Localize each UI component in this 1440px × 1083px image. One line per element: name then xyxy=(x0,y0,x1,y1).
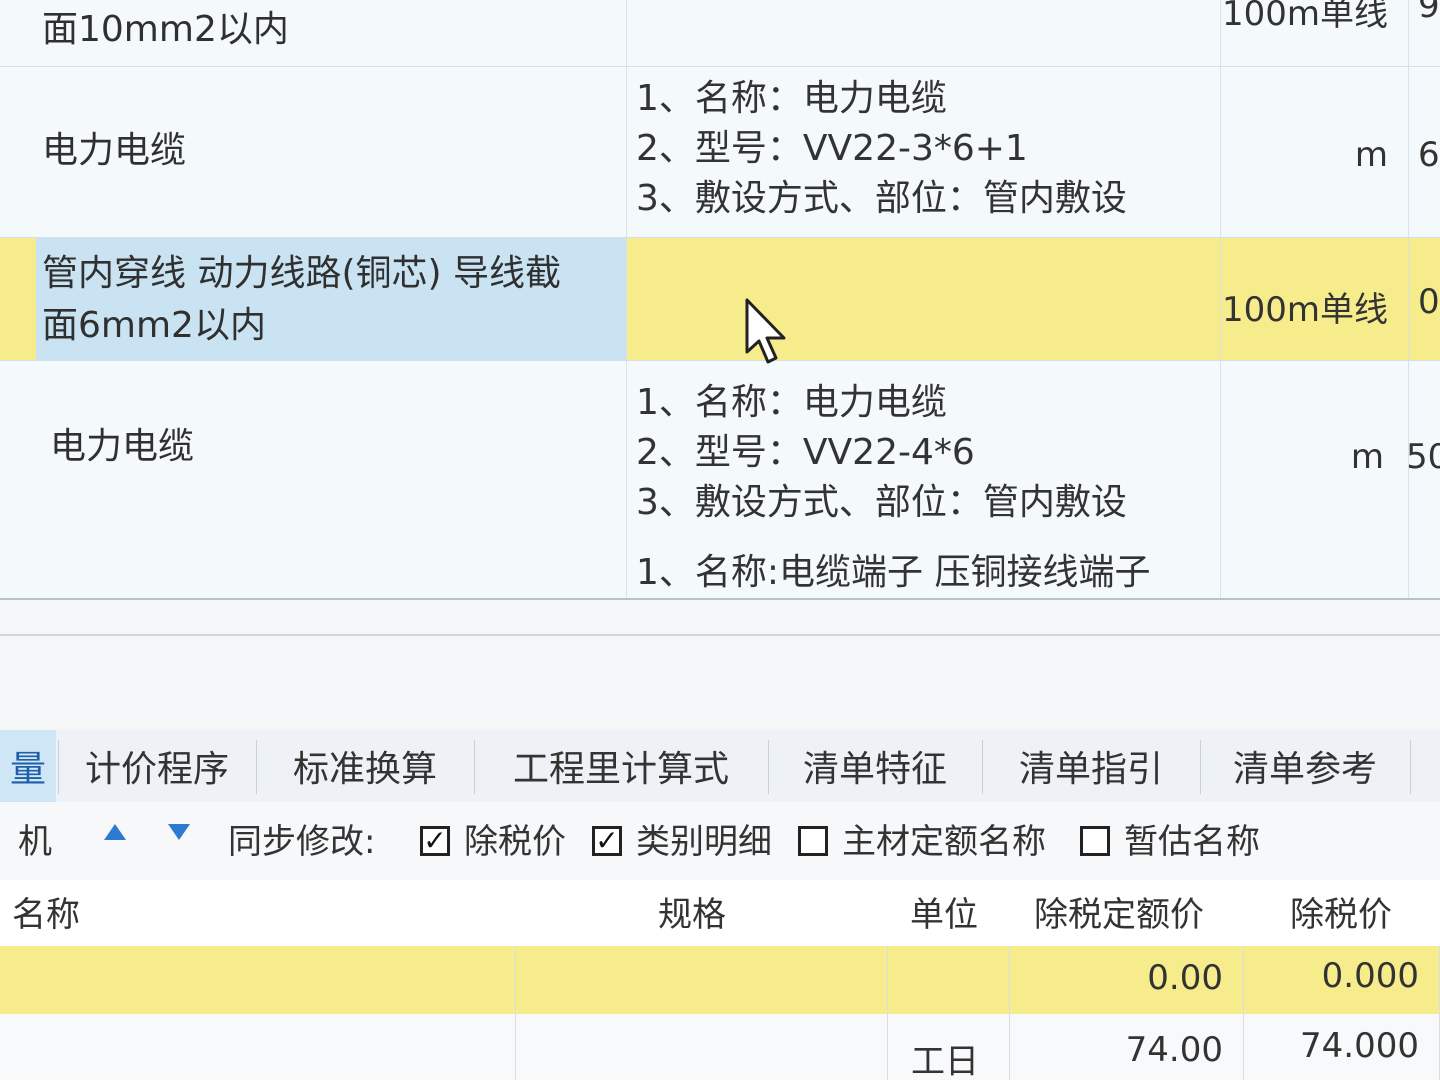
move-up-icon[interactable] xyxy=(104,824,126,840)
header-spec[interactable]: 规格 xyxy=(658,880,726,944)
row-unit: m xyxy=(1354,135,1388,175)
row-name: 面6mm2以内 xyxy=(42,305,266,346)
resource-table: 名称 规格 单位 除税定额价 除税价 0.00 0.000 工日 74.00 7… xyxy=(0,880,1440,1082)
checkbox-label: 暂估名称 xyxy=(1124,822,1260,862)
row-qty: 50 xyxy=(1406,437,1440,477)
price-value: 74.000 xyxy=(1300,1026,1419,1066)
row-unit: 100m单线 xyxy=(1221,0,1388,34)
tab-list-guide[interactable]: 清单指引 xyxy=(984,730,1198,802)
row-feature-cell[interactable]: 1、名称：电力电缆 2、型号：VV22-4*6 3、敷设方式、部位：管内敷设 xyxy=(626,361,1220,531)
tab-list-reference[interactable]: 清单参考 xyxy=(1202,730,1408,802)
header-price[interactable]: 除税价 xyxy=(1290,880,1392,944)
row-unit: m xyxy=(1350,437,1384,477)
row-name: 管内穿线 动力线路(铜芯) 导线截 xyxy=(42,253,561,294)
row-name: 电力电缆 xyxy=(42,130,187,171)
checkbox-excl-tax-price[interactable]: ✓ xyxy=(420,826,450,856)
checkbox-estimate-name[interactable] xyxy=(1080,826,1110,856)
machine-label[interactable]: 机 xyxy=(18,814,52,870)
row-qty: 0 xyxy=(1418,282,1440,322)
table-row[interactable]: 电力电缆 1、名称：电力电缆 2、型号：VV22-4*6 3、敷设方式、部位：管… xyxy=(0,361,1440,531)
header-unit[interactable]: 单位 xyxy=(910,880,978,944)
feature-line: 3、敷设方式、部位：管内敷设 xyxy=(636,178,1127,219)
table-row[interactable]: 面10mm2以内 100m单线 9 xyxy=(0,0,1440,66)
feature-line: 3、敷设方式、部位：管内敷设 xyxy=(636,482,1127,523)
sync-label: 同步修改: xyxy=(228,822,376,862)
feature-line: 1、名称：电力电缆 xyxy=(636,382,947,423)
tab-standard-conversion[interactable]: 标准换算 xyxy=(258,730,472,802)
feature-line: 2、型号：VV22-4*6 xyxy=(636,432,975,473)
sync-toolbar: 机 同步修改: ✓ 除税价 ✓ 类别明细 主材定额名称 暂估名称 xyxy=(0,802,1440,881)
row-unit: 100m单线 xyxy=(1221,290,1388,330)
detail-tabs: 量 计价程序 标准换算 工程里计算式 清单特征 清单指引 清单参考 xyxy=(0,730,1440,803)
checkbox-label: 类别明细 xyxy=(636,822,772,862)
row-name: 电力电缆 xyxy=(50,426,195,467)
row-feature-cell[interactable] xyxy=(626,238,1220,360)
checkbox-category-detail[interactable]: ✓ xyxy=(592,826,622,856)
tab-quantity-formula[interactable]: 工程里计算式 xyxy=(476,730,766,802)
feature-line: 1、名称:电缆端子 压铜接线端子 xyxy=(636,552,1151,593)
row-qty: 6 xyxy=(1418,135,1440,175)
move-down-icon[interactable] xyxy=(168,824,190,840)
panel-splitter[interactable] xyxy=(0,598,1440,730)
quantity-list-grid[interactable]: 面10mm2以内 100m单线 9 电力电缆 1、名称：电力电缆 2、型号：VV… xyxy=(0,0,1440,598)
checkbox-label: 除税价 xyxy=(464,822,566,862)
header-quota-price[interactable]: 除税定额价 xyxy=(1034,880,1204,944)
header-name[interactable]: 名称 xyxy=(12,880,80,944)
mouse-cursor-icon xyxy=(745,298,786,364)
table-row-selected[interactable]: 0.00 0.000 xyxy=(0,946,1440,1014)
feature-line: 1、名称：电力电缆 xyxy=(636,78,947,119)
tab-quantity[interactable]: 量 xyxy=(0,730,56,802)
quota-price-value: 0.00 xyxy=(1147,958,1223,998)
row-feature-cell[interactable]: 1、名称：电力电缆 2、型号：VV22-3*6+1 3、敷设方式、部位：管内敷设 xyxy=(626,67,1220,237)
tab-list-features[interactable]: 清单特征 xyxy=(770,730,980,802)
checkbox-main-material-name[interactable] xyxy=(798,826,828,856)
price-value: 0.000 xyxy=(1321,956,1419,996)
unit-value: 工日 xyxy=(911,1042,979,1082)
row-feature-cell[interactable]: 1、名称:电缆端子 压铜接线端子 xyxy=(626,531,1220,598)
row-qty: 9 xyxy=(1418,0,1440,26)
table-row-selected[interactable]: 管内穿线 动力线路(铜芯) 导线截 面6mm2以内 100m单线 0 xyxy=(0,238,1440,360)
row-name-cell[interactable]: 管内穿线 动力线路(铜芯) 导线截 面6mm2以内 xyxy=(36,238,626,360)
checkbox-label: 主材定额名称 xyxy=(842,822,1046,862)
table-row[interactable]: 工日 74.00 74.000 xyxy=(0,1014,1440,1082)
row-name: 面10mm2以内 xyxy=(42,9,289,50)
feature-line: 2、型号：VV22-3*6+1 xyxy=(636,128,1028,169)
tab-pricing-procedure[interactable]: 计价程序 xyxy=(60,730,254,802)
table-row[interactable]: 电力电缆 1、名称：电力电缆 2、型号：VV22-3*6+1 3、敷设方式、部位… xyxy=(0,67,1440,237)
table-row[interactable]: 1、名称:电缆端子 压铜接线端子 xyxy=(0,531,1440,598)
quota-price-value: 74.00 xyxy=(1125,1030,1223,1070)
